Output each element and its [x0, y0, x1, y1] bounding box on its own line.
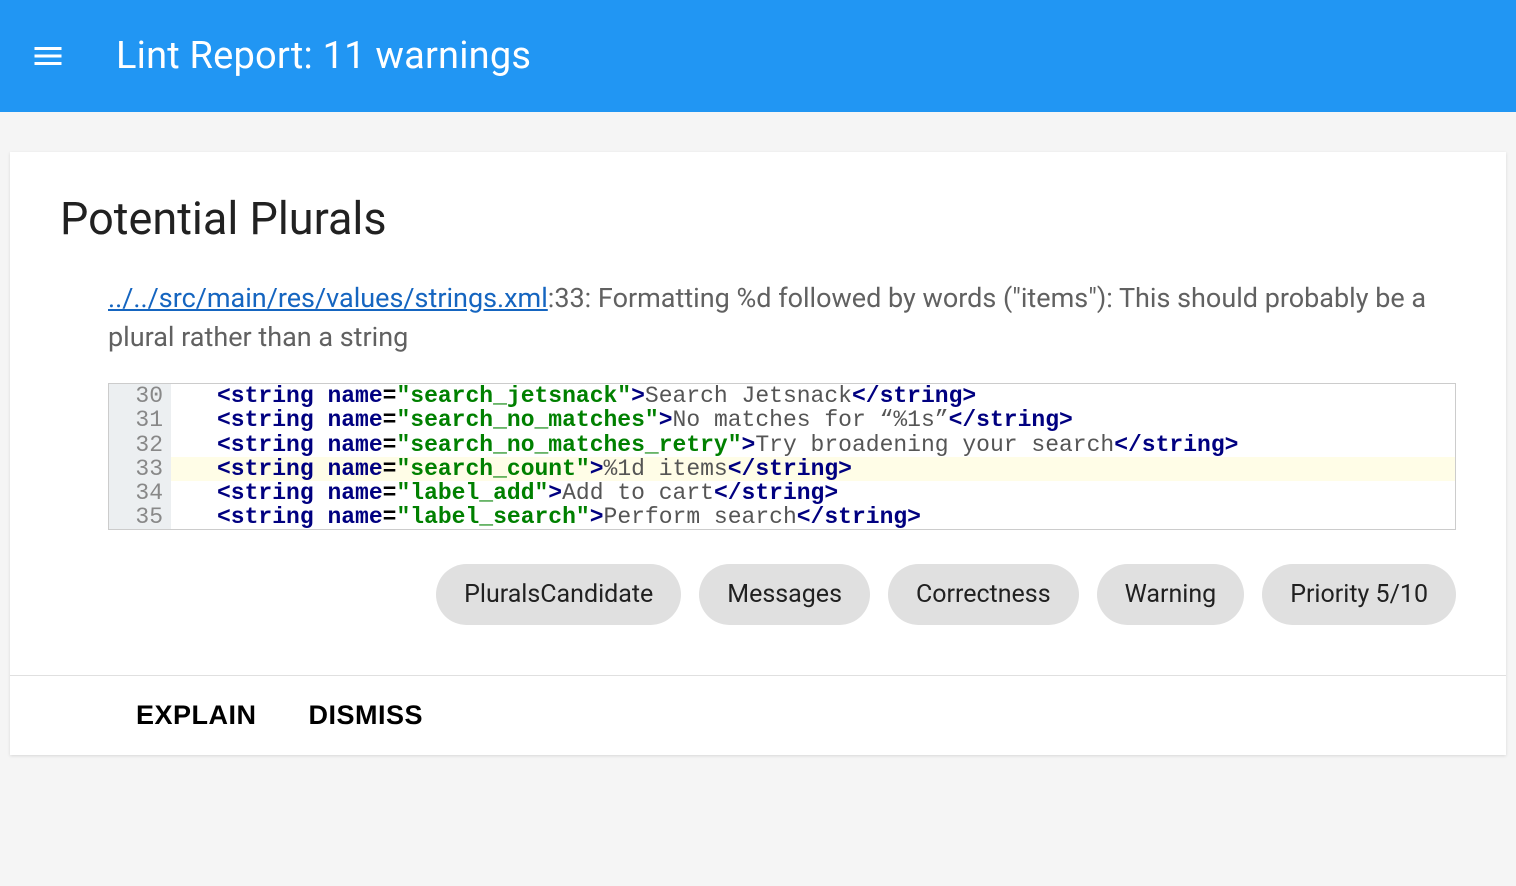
card-actions: EXPLAIN DISMISS: [10, 675, 1506, 755]
code-line: 30<string name="search_jetsnack">Search …: [109, 384, 1455, 408]
code-line: 33<string name="search_count">%1d items<…: [109, 457, 1455, 481]
file-location: :33:: [548, 282, 591, 314]
code-snippet: 30<string name="search_jetsnack">Search …: [108, 383, 1456, 530]
line-number: 35: [109, 505, 171, 529]
issue-card: Potential Plurals ../../src/main/res/val…: [10, 152, 1506, 755]
tag-chips: PluralsCandidate Messages Correctness Warni…: [108, 564, 1456, 625]
content-area: Potential Plurals ../../src/main/res/val…: [0, 112, 1516, 755]
menu-icon[interactable]: [24, 32, 72, 80]
issue-title: Potential Plurals: [60, 192, 1456, 245]
line-number: 33: [109, 457, 171, 481]
chip-warning[interactable]: Warning: [1097, 564, 1245, 625]
line-number: 30: [109, 384, 171, 408]
page-title: Lint Report: 11 warnings: [116, 34, 531, 78]
chip-messages[interactable]: Messages: [699, 564, 870, 625]
dismiss-button[interactable]: DISMISS: [309, 700, 424, 731]
code-line: 34<string name="label_add">Add to cart</…: [109, 481, 1455, 505]
file-link[interactable]: ../../src/main/res/values/strings.xml: [108, 282, 548, 314]
code-content: <string name="label_add">Add to cart</st…: [171, 481, 1455, 505]
line-number: 32: [109, 433, 171, 457]
code-content: <string name="label_search">Perform sear…: [171, 505, 1455, 529]
code-content: <string name="search_count">%1d items</s…: [171, 457, 1455, 481]
line-number: 34: [109, 481, 171, 505]
app-header: Lint Report: 11 warnings: [0, 0, 1516, 112]
code-content: <string name="search_no_matches">No matc…: [171, 408, 1455, 432]
line-number: 31: [109, 408, 171, 432]
code-line: 32<string name="search_no_matches_retry"…: [109, 433, 1455, 457]
code-line: 35<string name="label_search">Perform se…: [109, 505, 1455, 529]
code-content: <string name="search_jetsnack">Search Je…: [171, 384, 1455, 408]
chip-pluralscandidate[interactable]: PluralsCandidate: [436, 564, 681, 625]
code-content: <string name="search_no_matches_retry">T…: [171, 433, 1455, 457]
chip-priority-5-10[interactable]: Priority 5/10: [1262, 564, 1456, 625]
code-line: 31<string name="search_no_matches">No ma…: [109, 408, 1455, 432]
issue-message: ../../src/main/res/values/strings.xml:33…: [108, 279, 1456, 357]
chip-correctness[interactable]: Correctness: [888, 564, 1079, 625]
explain-button[interactable]: EXPLAIN: [136, 700, 257, 731]
